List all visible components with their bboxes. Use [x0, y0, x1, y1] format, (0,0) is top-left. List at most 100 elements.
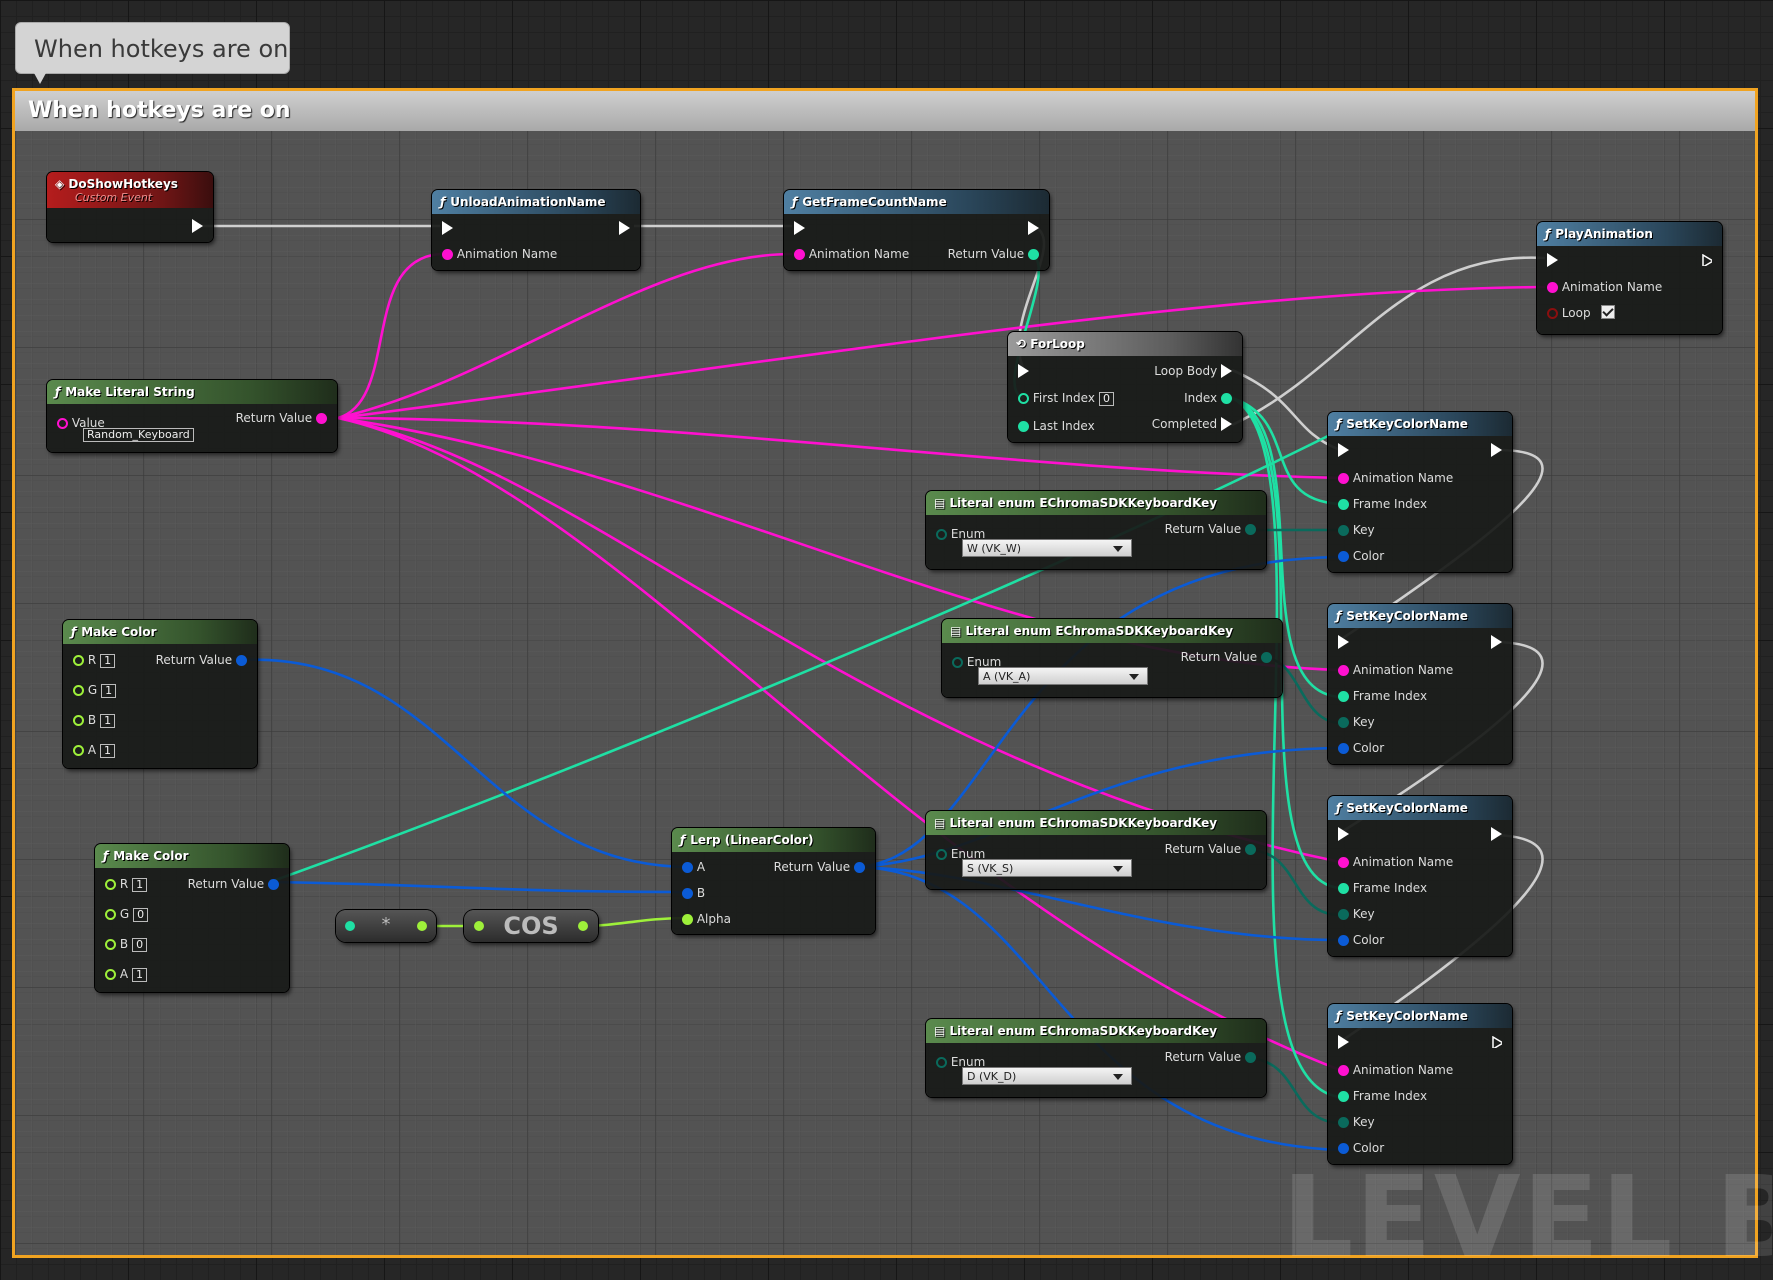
node-set-key-color-name-2[interactable]: ƒ SetKeyColorName Animation Name Frame In… [1328, 604, 1512, 764]
pin-input[interactable] [474, 921, 484, 931]
loop-checkbox[interactable] [1600, 305, 1615, 319]
pin-b[interactable]: B1 [73, 712, 116, 728]
pin-loop-body[interactable]: Loop Body [1154, 363, 1232, 379]
pin-key[interactable]: Key [1338, 1114, 1375, 1130]
exec-out-pin[interactable] [192, 218, 203, 234]
exec-in-pin[interactable] [1547, 252, 1558, 268]
string-wire [337, 285, 1546, 420]
pin-loop[interactable]: Loop [1547, 305, 1615, 321]
node-header: ƒ SetKeyColorName [1328, 1004, 1512, 1028]
node-set-key-color-name-1[interactable]: ƒ SetKeyColorName Animation Name Frame In… [1328, 412, 1512, 572]
pin-key[interactable]: Key [1338, 714, 1375, 730]
node-set-key-color-name-4[interactable]: ƒ SetKeyColorName Animation Name Frame In… [1328, 1004, 1512, 1164]
pin-g[interactable]: G0 [105, 906, 149, 922]
pin-animation-name[interactable]: Animation Name [794, 246, 909, 262]
pin-first-index[interactable]: First Index 0 [1018, 390, 1114, 406]
enum-dropdown-a[interactable]: A (VK_A) [978, 667, 1148, 685]
pin-animation-name[interactable]: Animation Name [1338, 1062, 1453, 1078]
node-make-color-1[interactable]: ƒ Make Color R1 G1 B1 A1 Return Value [63, 620, 257, 768]
node-multiply[interactable]: * [336, 910, 436, 942]
pin-input[interactable] [345, 921, 355, 931]
pin-key[interactable]: Key [1338, 906, 1375, 922]
function-icon: ƒ [1545, 227, 1551, 241]
function-icon: ƒ [1336, 417, 1342, 431]
exec-in-pin[interactable] [1338, 442, 1349, 458]
pin-return-value[interactable]: Return Value [188, 876, 279, 892]
exec-out-pin-empty[interactable] [1492, 1034, 1502, 1050]
exec-out-pin-empty[interactable] [1702, 252, 1712, 268]
pin-return-value[interactable]: Return Value [1165, 1049, 1256, 1065]
node-subtitle: Custom Event [75, 191, 153, 204]
enum-dropdown-s[interactable]: S (VK_S) [962, 859, 1132, 877]
exec-in-pin[interactable] [442, 220, 453, 236]
enum-literal-icon: ▤ [934, 1024, 950, 1038]
pin-frame-index[interactable]: Frame Index [1338, 1088, 1427, 1104]
node-literal-enum-a[interactable]: ▤ Literal enum EChromaSDKKeyboardKey Enu… [942, 619, 1282, 697]
node-lerp-linear-color[interactable]: ƒ Lerp (LinearColor) A B Alpha Return Val… [672, 828, 875, 934]
pin-animation-name[interactable]: Animation Name [1338, 854, 1453, 870]
pin-return-value[interactable]: Return Value [1165, 841, 1256, 857]
node-make-literal-string[interactable]: ƒ Make Literal String Value Random_Keyboa… [47, 380, 337, 452]
exec-in-pin[interactable] [1338, 634, 1349, 650]
pin-animation-name[interactable]: Animation Name [1338, 662, 1453, 678]
pin-b[interactable]: B0 [105, 936, 148, 952]
exec-out-pin[interactable] [1028, 220, 1039, 236]
exec-in-pin[interactable] [794, 220, 805, 236]
exec-out-pin[interactable] [1491, 442, 1502, 458]
pin-r[interactable]: R1 [73, 652, 116, 668]
pin-color[interactable]: Color [1338, 932, 1384, 948]
pin-last-index[interactable]: Last Index [1018, 418, 1095, 434]
pin-output[interactable] [417, 921, 427, 931]
node-make-color-2[interactable]: ƒ Make Color R1 G0 B0 A1 Return Value [95, 844, 289, 992]
pin-completed[interactable]: Completed [1152, 416, 1232, 432]
node-literal-enum-s[interactable]: ▤ Literal enum EChromaSDKKeyboardKey Enu… [926, 811, 1266, 889]
node-cos[interactable]: COS [464, 910, 598, 942]
exec-out-pin[interactable] [1491, 634, 1502, 650]
pin-animation-name[interactable]: Animation Name [442, 246, 557, 262]
node-set-key-color-name-3[interactable]: ƒ SetKeyColorName Animation Name Frame In… [1328, 796, 1512, 956]
function-icon: ƒ [71, 625, 77, 639]
pin-color[interactable]: Color [1338, 548, 1384, 564]
pin-key[interactable]: Key [1338, 522, 1375, 538]
function-icon: ƒ [103, 849, 109, 863]
node-get-frame-count-name[interactable]: ƒ GetFrameCountName Animation Name Return… [784, 190, 1049, 270]
pin-return-value[interactable]: Return Value [156, 652, 247, 668]
node-do-show-hotkeys[interactable]: ◈ DoShowHotkeys Custom Event [47, 172, 213, 242]
pin-return-value[interactable]: Return Value [774, 859, 865, 875]
pin-output[interactable] [578, 921, 588, 931]
exec-out-pin[interactable] [619, 220, 630, 236]
node-for-loop[interactable]: ⟲ ForLoop Loop Body First Index 0 Index L… [1008, 332, 1242, 442]
pin-color[interactable]: Color [1338, 740, 1384, 756]
pin-color[interactable]: Color [1338, 1140, 1384, 1156]
pin-a[interactable]: A1 [105, 966, 148, 982]
exec-in-pin[interactable] [1338, 1034, 1349, 1050]
pin-animation-name[interactable]: Animation Name [1547, 279, 1662, 295]
pin-a[interactable]: A1 [73, 742, 116, 758]
pin-frame-index[interactable]: Frame Index [1338, 496, 1427, 512]
pin-return-value[interactable]: Return Value [948, 246, 1039, 262]
node-literal-enum-w[interactable]: ▤ Literal enum EChromaSDKKeyboardKey Enu… [926, 491, 1266, 569]
multiply-label: * [381, 914, 391, 935]
pin-alpha[interactable]: Alpha [682, 911, 731, 927]
function-icon: ƒ [1336, 801, 1342, 815]
value-text-field[interactable]: Random_Keyboard [83, 426, 194, 442]
pin-a[interactable]: A [682, 859, 705, 875]
enum-dropdown-d[interactable]: D (VK_D) [962, 1067, 1132, 1085]
pin-return-value[interactable]: Return Value [236, 410, 327, 426]
pin-r[interactable]: R1 [105, 876, 148, 892]
pin-g[interactable]: G1 [73, 682, 117, 698]
pin-return-value[interactable]: Return Value [1165, 521, 1256, 537]
node-play-animation[interactable]: ƒ PlayAnimation Animation Name Loop [1537, 222, 1722, 334]
exec-out-pin[interactable] [1491, 826, 1502, 842]
node-unload-animation-name[interactable]: ƒ UnloadAnimationName Animation Name [432, 190, 640, 270]
exec-in-pin[interactable] [1338, 826, 1349, 842]
pin-index[interactable]: Index [1184, 390, 1232, 406]
pin-b[interactable]: B [682, 885, 705, 901]
pin-frame-index[interactable]: Frame Index [1338, 688, 1427, 704]
pin-frame-index[interactable]: Frame Index [1338, 880, 1427, 896]
pin-animation-name[interactable]: Animation Name [1338, 470, 1453, 486]
enum-dropdown-w[interactable]: W (VK_W) [962, 539, 1132, 557]
node-literal-enum-d[interactable]: ▤ Literal enum EChromaSDKKeyboardKey Enu… [926, 1019, 1266, 1097]
exec-in-pin[interactable] [1018, 363, 1029, 379]
pin-return-value[interactable]: Return Value [1181, 649, 1272, 665]
